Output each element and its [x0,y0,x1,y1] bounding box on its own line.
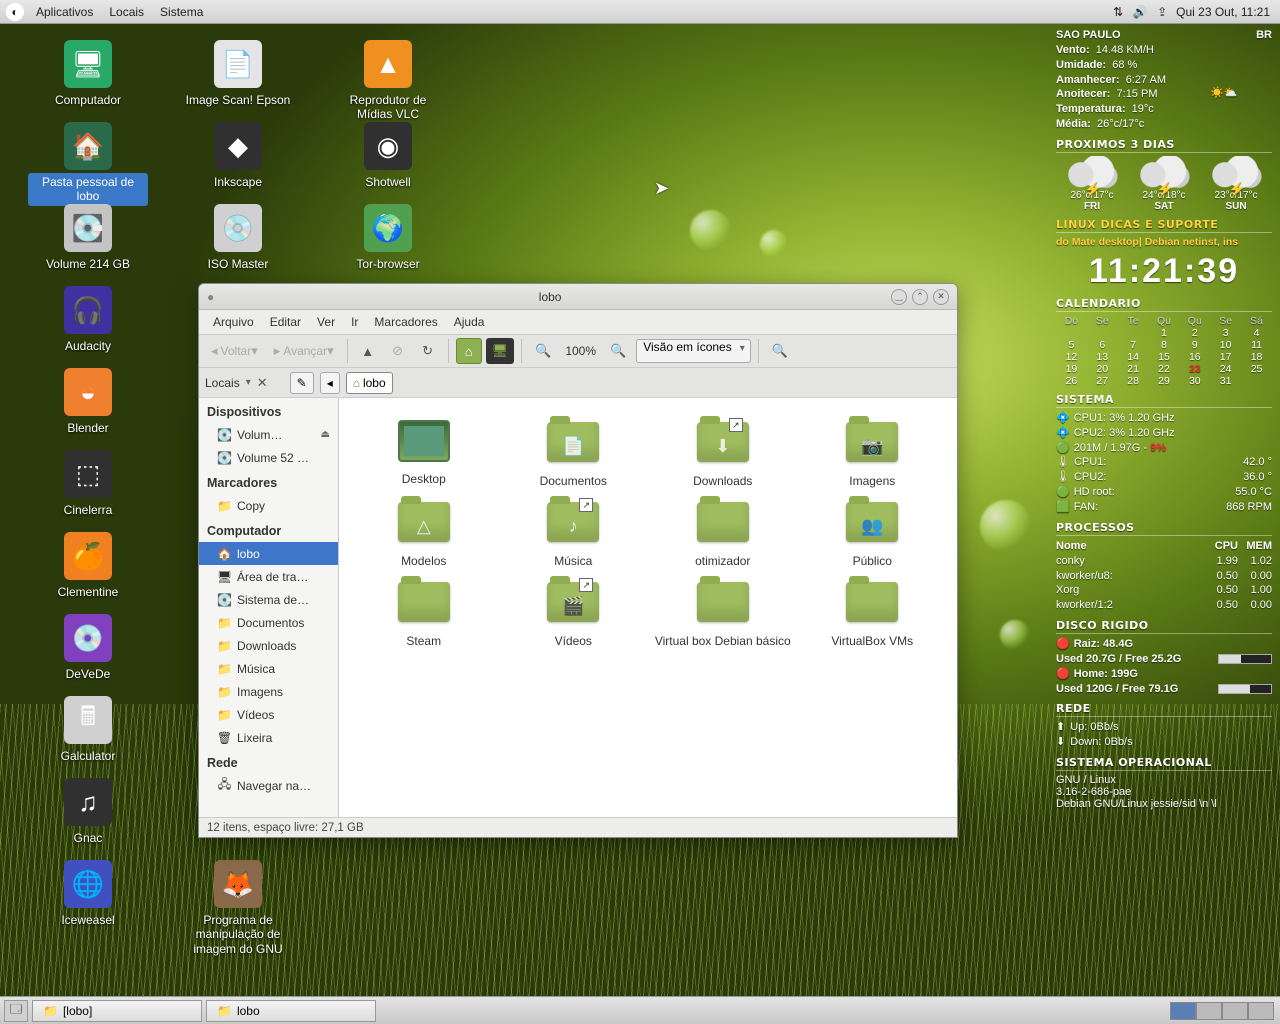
menu-applications[interactable]: Aplicativos [28,5,101,19]
menu-system[interactable]: Sistema [152,5,211,19]
taskbar-item-1[interactable]: 📁[lobo] [32,1000,202,1022]
desktop-icon-reprodutor-de-m-dias-vlc[interactable]: ▲Reprodutor de Mídias VLC [328,40,448,124]
fm-toolbar: ◂ Voltar ▾ ▸ Avançar ▾ ▲ ⊘ ↻ ⌂ 🖥 🔍 100% … [199,334,957,368]
file-item-virtualbox-vms[interactable]: VirtualBox VMs [798,576,948,648]
search-button[interactable]: 🔍 [766,338,794,364]
desktop-icon-audacity[interactable]: 🎧Audacity [28,286,148,355]
conky-widget: SAO PAULOBR Vento: 14.48 KM/HUmidade: 68… [1056,28,1272,810]
sidebar-item-volume-52-[interactable]: 💽Volume 52 … [199,446,338,469]
digital-clock: 11:21:39 [1056,252,1272,291]
places-label: Locais [205,376,240,390]
fm-menu-go[interactable]: Ir [343,315,366,329]
file-item-v-deos[interactable]: 🎬↗Vídeos [499,576,649,648]
home-button[interactable]: ⌂ [456,338,482,364]
desktop-icon-shotwell[interactable]: ◉Shotwell [328,122,448,191]
taskbar-item-2[interactable]: 📁lobo [206,1000,376,1022]
file-item-modelos[interactable]: △Modelos [349,496,499,568]
fm-menu-edit[interactable]: Editar [262,315,309,329]
forward-button[interactable]: ▸ Avançar ▾ [268,338,340,364]
sidebar-item-imagens[interactable]: 📁Imagens [199,680,338,703]
sidebar-item-downloads[interactable]: 📁Downloads [199,634,338,657]
fm-location-bar: Locais ▾ ✕ ✎ ◂ ⌂lobo [199,368,957,398]
desktop-icon-clementine[interactable]: 🍊Clementine [28,532,148,601]
fm-menu-bookmarks[interactable]: Marcadores [366,315,445,329]
file-item-documentos[interactable]: 📄Documentos [499,416,649,488]
fm-content[interactable]: Desktop📄Documentos⬇↗Downloads📷Imagens △Mo… [339,398,957,817]
fm-menubar: Arquivo Editar Ver Ir Marcadores Ajuda [199,310,957,334]
computer-button[interactable]: 🖥 [486,338,515,364]
fm-menu-view[interactable]: Ver [309,315,343,329]
desktop-icon-galculator[interactable]: 🖩Galculator [28,696,148,765]
file-item-downloads[interactable]: ⬇↗Downloads [648,416,798,488]
desktop-icon-gnac[interactable]: ♫Gnac [28,778,148,847]
update-icon[interactable]: ⇪ [1154,4,1170,20]
fm-menu-help[interactable]: Ajuda [446,315,493,329]
menu-places[interactable]: Locais [101,5,152,19]
fm-sidebar: Dispositivos💽Volum…⏏💽Volume 52 …Marcador… [199,398,339,817]
close-places-button[interactable]: ✕ [257,375,268,391]
sidebar-item-lixeira[interactable]: 🗑Lixeira [199,726,338,749]
breadcrumb-lobo[interactable]: ⌂lobo [346,372,393,394]
edit-path-button[interactable]: ✎ [290,372,314,394]
sidebar-item-m-sica[interactable]: 📁Música [199,657,338,680]
file-item-imagens[interactable]: 📷Imagens [798,416,948,488]
zoom-out-button[interactable]: 🔍 [529,338,557,364]
sidebar-item-copy[interactable]: 📁Copy [199,494,338,517]
file-item-otimizador[interactable]: otimizador [648,496,798,568]
network-icon[interactable]: ⇅ [1110,4,1126,20]
stop-button[interactable]: ⊘ [385,338,411,364]
top-panel: ◐ Aplicativos Locais Sistema ⇅ 🔊 ⇪ Qui 2… [0,0,1280,24]
desktop-icon-inkscape[interactable]: ◆Inkscape [178,122,298,191]
distro-logo-icon[interactable]: ◐ [6,3,24,21]
file-item-p-blico[interactable]: 👥Público [798,496,948,568]
desktop-icon-image-scan-epson[interactable]: 📄Image Scan! Epson [178,40,298,109]
zoom-level: 100% [561,344,600,358]
desktop-icon-computador[interactable]: 🖥Computador [28,40,148,109]
file-item-m-sica[interactable]: ♪↗Música [499,496,649,568]
desktop-icon-blender[interactable]: ◒Blender [28,368,148,437]
desktop-icon-programa-de-manipula-o-de-imagem-do-gnu[interactable]: 🦊Programa de manipulação de imagem do GN… [178,860,298,958]
back-button[interactable]: ◂ Voltar ▾ [205,338,264,364]
window-minimize-button[interactable]: ‿ [891,289,907,305]
sidebar-item-navegar-na-[interactable]: 🖧Navegar na… [199,774,338,797]
window-title: lobo [539,290,562,304]
sidebar-item-documentos[interactable]: 📁Documentos [199,611,338,634]
clock-label[interactable]: Qui 23 Out, 11:21 [1176,5,1270,19]
view-mode-select[interactable]: Visão em ícones [636,339,751,363]
reload-button[interactable]: ↻ [415,338,441,364]
desktop-icon-cinelerra[interactable]: ⬚Cinelerra [28,450,148,519]
workspace-switcher[interactable] [1170,1002,1274,1020]
show-desktop-button[interactable]: 🗔 [4,1000,28,1022]
sidebar-item-v-deos[interactable]: 📁Vídeos [199,703,338,726]
desktop-icon-devede[interactable]: 💿DeVeDe [28,614,148,683]
volume-icon[interactable]: 🔊 [1132,4,1148,20]
fm-statusbar: 12 itens, espaço livre: 27,1 GB [199,817,957,837]
file-item-desktop[interactable]: Desktop [349,416,499,488]
desktop-icon-tor-browser[interactable]: 🌍Tor-browser [328,204,448,273]
zoom-in-button[interactable]: 🔍 [604,338,632,364]
sidebar-item--rea-de-tra-[interactable]: 🖥Área de tra… [199,565,338,588]
sidebar-item-volum-[interactable]: 💽Volum…⏏ [199,423,338,446]
window-titlebar[interactable]: ● lobo ‿ ⌃ ✕ [199,284,957,310]
desktop-icon-iso-master[interactable]: 💿ISO Master [178,204,298,273]
file-manager-window: ● lobo ‿ ⌃ ✕ Arquivo Editar Ver Ir Marca… [198,283,958,838]
bottom-panel: 🗔 📁[lobo] 📁lobo [0,996,1280,1024]
desktop-icon-pasta-pessoal-de-lobo[interactable]: 🏠Pasta pessoal de lobo [28,122,148,206]
file-item-steam[interactable]: Steam [349,576,499,648]
up-button[interactable]: ▲ [355,338,381,364]
window-close-button[interactable]: ✕ [933,289,949,305]
file-item-virtual-box-debian-b-sico[interactable]: Virtual box Debian básico [648,576,798,648]
desktop-icon-iceweasel[interactable]: 🌐Iceweasel [28,860,148,929]
sidebar-item-lobo[interactable]: 🏠lobo [199,542,338,565]
fm-menu-file[interactable]: Arquivo [205,315,262,329]
sidebar-item-sistema-de-[interactable]: 💽Sistema de… [199,588,338,611]
path-back-button[interactable]: ◂ [320,372,340,394]
window-maximize-button[interactable]: ⌃ [912,289,928,305]
desktop-icon-volume-214-gb[interactable]: 💽Volume 214 GB [28,204,148,273]
